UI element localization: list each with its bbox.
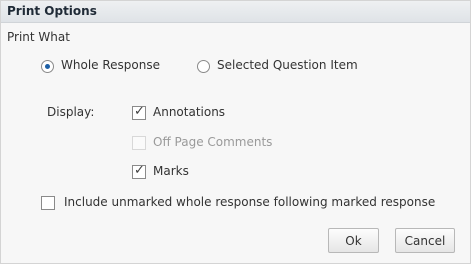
annotations-checkbox[interactable]: ✓: [132, 104, 146, 120]
checkmark-icon: ✓: [134, 104, 145, 119]
include-unmarked-label[interactable]: Include unmarked whole response followin…: [64, 195, 435, 209]
dialog-title: Print Options: [7, 4, 97, 18]
dialog-title-bar: Print Options: [1, 1, 470, 23]
print-options-dialog: Print Options Print What Whole Response …: [0, 0, 471, 264]
include-unmarked-checkbox[interactable]: [41, 196, 55, 210]
marks-checkbox[interactable]: ✓: [132, 163, 146, 179]
radio-selected-dot: [45, 64, 50, 69]
selected-question-item-label[interactable]: Selected Question Item: [217, 58, 358, 72]
annotations-label[interactable]: Annotations: [153, 105, 225, 119]
marks-label[interactable]: Marks: [153, 164, 189, 178]
whole-response-label[interactable]: Whole Response: [61, 58, 160, 72]
print-what-label: Print What: [7, 30, 70, 44]
display-label: Display:: [47, 105, 95, 119]
cancel-button[interactable]: Cancel: [395, 228, 455, 253]
selected-question-item-radio[interactable]: [197, 60, 210, 73]
whole-response-radio[interactable]: [41, 60, 54, 73]
off-page-comments-checkbox: [132, 136, 146, 150]
checkmark-icon: ✓: [134, 163, 145, 178]
ok-button[interactable]: Ok: [328, 228, 379, 253]
off-page-comments-label: Off Page Comments: [153, 135, 273, 149]
